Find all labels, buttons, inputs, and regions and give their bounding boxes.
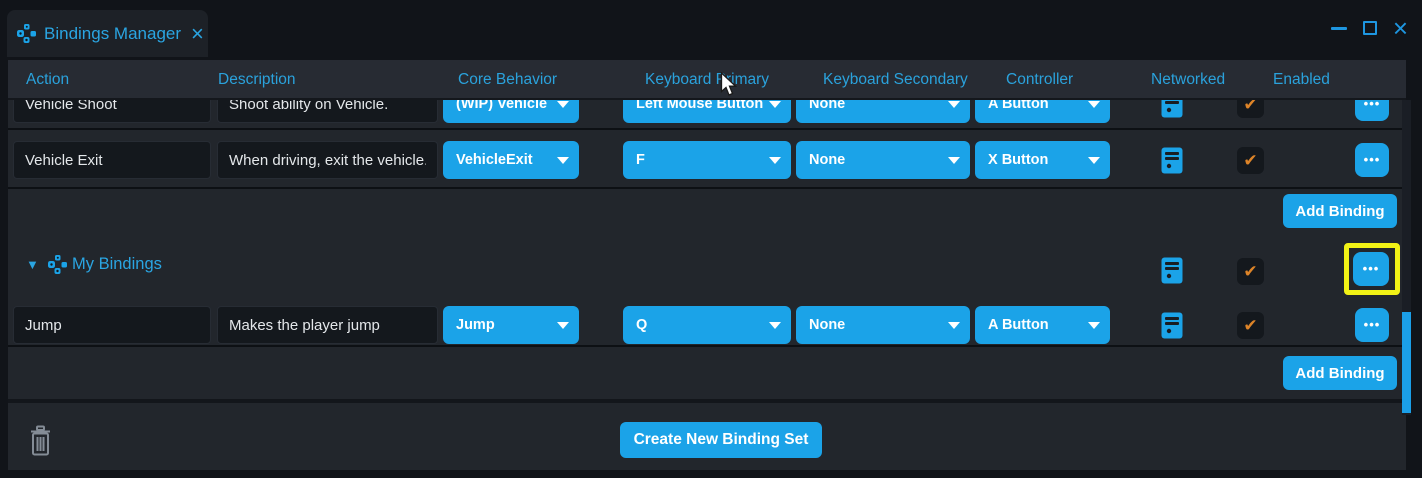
ellipsis-icon: ••• <box>1364 100 1381 111</box>
col-header-enabled: Enabled <box>1273 71 1330 89</box>
keyboard-primary-dropdown[interactable]: F <box>623 141 791 179</box>
bindings-icon <box>17 24 36 43</box>
controller-dropdown[interactable]: A Button <box>975 100 1110 123</box>
controller-dropdown[interactable]: A Button <box>975 306 1110 344</box>
chevron-down-icon <box>1088 101 1100 108</box>
dropdown-value: Q <box>636 317 647 333</box>
clipped-row-region: (WIP) Vehicle Left Mouse Button None A B… <box>8 100 1406 128</box>
networked-icon[interactable] <box>1161 100 1183 118</box>
ellipsis-icon: ••• <box>1363 261 1380 276</box>
enabled-checkbox[interactable]: ✔ <box>1237 312 1264 339</box>
group-label: My Bindings <box>72 255 162 274</box>
create-new-binding-set-button[interactable]: Create New Binding Set <box>620 422 822 458</box>
enabled-checkbox[interactable]: ✔ <box>1237 100 1264 118</box>
col-header-keyboard-primary: Keyboard Primary <box>645 71 769 89</box>
row-more-button[interactable]: ••• <box>1355 100 1389 121</box>
action-input[interactable] <box>13 306 211 344</box>
controller-dropdown[interactable]: X Button <box>975 141 1110 179</box>
enabled-checkbox[interactable]: ✔ <box>1237 147 1264 174</box>
bindings-icon <box>48 255 67 274</box>
chevron-down-icon <box>769 322 781 329</box>
row-more-button[interactable]: ••• <box>1355 308 1389 342</box>
chevron-down-icon <box>948 101 960 108</box>
action-input[interactable] <box>13 141 211 179</box>
chevron-down-icon <box>948 322 960 329</box>
dropdown-value: Jump <box>456 317 495 333</box>
description-input[interactable] <box>217 141 438 179</box>
description-input[interactable] <box>217 100 438 123</box>
keyboard-secondary-dropdown[interactable]: None <box>796 306 970 344</box>
check-icon: ✔ <box>1243 262 1257 281</box>
row-divider <box>8 128 1406 130</box>
bindings-manager-window: Bindings Manager × × Action Description … <box>0 0 1422 478</box>
minimize-button[interactable] <box>1331 16 1348 40</box>
networked-icon[interactable] <box>1161 312 1183 339</box>
col-header-controller: Controller <box>1006 71 1073 89</box>
window-controls: × <box>1331 16 1408 40</box>
enabled-checkbox[interactable]: ✔ <box>1237 258 1264 285</box>
table-row-vehicle-shoot: (WIP) Vehicle Left Mouse Button None A B… <box>8 100 1406 128</box>
check-icon: ✔ <box>1243 100 1257 114</box>
close-button[interactable]: × <box>1393 16 1408 40</box>
dropdown-value: X Button <box>988 152 1048 168</box>
ellipsis-icon: ••• <box>1364 317 1381 332</box>
dropdown-value: VehicleExit <box>456 152 533 168</box>
core-behavior-dropdown[interactable]: (WIP) Vehicle <box>443 100 579 123</box>
row-divider <box>8 345 1406 347</box>
maximize-icon <box>1363 21 1377 35</box>
dropdown-value: None <box>809 317 845 333</box>
tab-close-icon[interactable]: × <box>191 24 204 44</box>
chevron-down-icon <box>1088 157 1100 164</box>
col-header-action: Action <box>26 71 69 89</box>
footer-divider <box>8 399 1406 403</box>
core-behavior-dropdown[interactable]: Jump <box>443 306 579 344</box>
dropdown-value: A Button <box>988 100 1049 112</box>
chevron-down-icon <box>948 157 960 164</box>
scrollbar-thumb[interactable] <box>1402 312 1411 413</box>
row-more-button[interactable]: ••• <box>1355 143 1389 177</box>
chevron-down-icon <box>557 101 569 108</box>
minimize-icon <box>1331 27 1347 30</box>
description-input[interactable] <box>217 306 438 344</box>
chevron-down-icon <box>557 157 569 164</box>
dropdown-value: None <box>809 100 845 112</box>
dropdown-value: A Button <box>988 317 1049 333</box>
keyboard-primary-dropdown[interactable]: Q <box>623 306 791 344</box>
dropdown-value: Left Mouse Button <box>636 100 763 112</box>
col-header-keyboard-secondary: Keyboard Secondary <box>823 71 968 89</box>
chevron-down-icon <box>557 322 569 329</box>
ellipsis-icon: ••• <box>1364 152 1381 167</box>
trash-icon[interactable] <box>28 425 53 457</box>
col-header-description: Description <box>218 71 296 89</box>
col-header-networked: Networked <box>1151 71 1225 89</box>
networked-icon[interactable] <box>1161 257 1183 284</box>
keyboard-secondary-dropdown[interactable]: None <box>796 141 970 179</box>
group-expander-icon[interactable]: ▼ <box>26 257 39 272</box>
networked-icon[interactable] <box>1161 147 1183 174</box>
col-header-core-behavior: Core Behavior <box>458 71 557 89</box>
dropdown-value: F <box>636 152 645 168</box>
check-icon: ✔ <box>1243 316 1257 335</box>
chevron-down-icon <box>1088 322 1100 329</box>
keyboard-primary-dropdown[interactable]: Left Mouse Button <box>623 100 791 123</box>
maximize-button[interactable] <box>1362 16 1379 40</box>
core-behavior-dropdown[interactable]: VehicleExit <box>443 141 579 179</box>
tab-title: Bindings Manager <box>44 24 181 44</box>
add-binding-button[interactable]: Add Binding <box>1283 194 1397 228</box>
row-divider <box>8 187 1406 189</box>
dropdown-value: None <box>809 152 845 168</box>
chevron-down-icon <box>769 157 781 164</box>
dropdown-value: (WIP) Vehicle <box>456 100 547 112</box>
table-row-vehicle-exit: VehicleExit F None X Button ✔ ••• <box>8 133 1406 188</box>
add-binding-button[interactable]: Add Binding <box>1283 356 1397 390</box>
keyboard-secondary-dropdown[interactable]: None <box>796 100 970 123</box>
chevron-down-icon <box>769 101 781 108</box>
action-input[interactable] <box>13 100 211 123</box>
tab-bindings-manager[interactable]: Bindings Manager × <box>7 10 208 57</box>
check-icon: ✔ <box>1243 151 1257 170</box>
group-more-button[interactable]: ••• <box>1353 252 1389 286</box>
